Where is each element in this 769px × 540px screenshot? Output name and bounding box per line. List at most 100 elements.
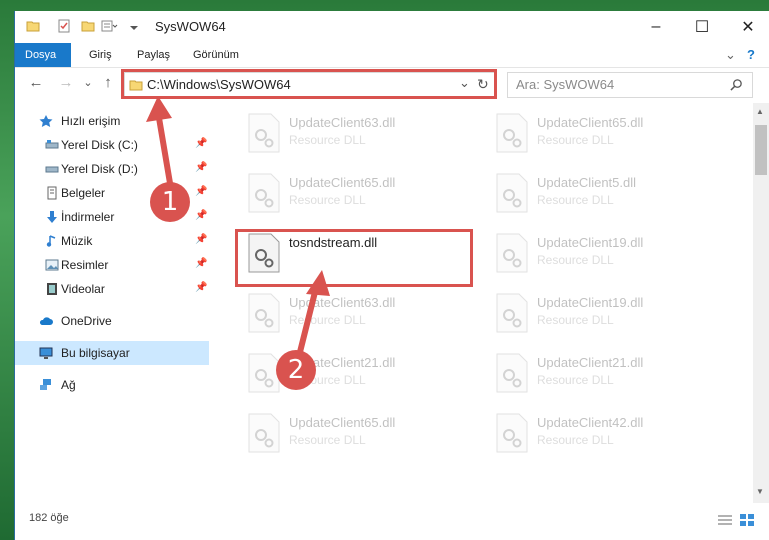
sidebar-item-local-disk-c[interactable]: Yerel Disk (C:) 📌	[15, 133, 209, 157]
file-name: UpdateClient63.dll	[289, 115, 396, 130]
sidebar-item-music[interactable]: Müzik 📌	[15, 229, 209, 253]
dll-file-icon	[496, 353, 528, 393]
quick-access-dropdown-icon[interactable]	[129, 19, 139, 33]
tab-home[interactable]: Giriş	[79, 43, 122, 67]
sidebar-item-pictures[interactable]: Resimler 📌	[15, 253, 209, 277]
cloud-icon	[39, 317, 53, 325]
navigation-pane: Hızlı erişim Yerel Disk (C:) 📌 Yerel Dis…	[15, 107, 210, 487]
dll-file-icon	[496, 293, 528, 333]
help-icon[interactable]: ?	[737, 43, 765, 67]
sidebar-item-this-pc[interactable]: Bu bilgisayar	[15, 341, 209, 365]
file-item[interactable]: UpdateClient42.dll Resource DLL	[485, 407, 715, 459]
file-name: UpdateClient65.dll	[289, 175, 396, 190]
sidebar-item-label: OneDrive	[61, 314, 112, 328]
scroll-up-icon[interactable]: ▲	[756, 107, 764, 116]
search-input[interactable]: Ara: SysWOW64	[516, 77, 614, 92]
file-item[interactable]: UpdateClient21.dll Resource DLL	[237, 347, 467, 399]
close-button[interactable]: ✕	[725, 11, 769, 43]
file-type: Resource DLL	[537, 253, 614, 267]
music-icon	[46, 235, 56, 247]
explorer-window: SysWOW64 – ☐ ✕ Dosya Giriş Paylaş Görünü…	[14, 11, 769, 540]
pin-icon: 📌	[195, 162, 208, 173]
file-type: Resource DLL	[289, 313, 366, 327]
status-bar: 182 öğe	[15, 507, 769, 540]
tab-share[interactable]: Paylaş	[127, 43, 180, 67]
file-name: UpdateClient63.dll	[289, 295, 396, 310]
back-button[interactable]: ←	[27, 74, 45, 92]
ribbon-tabs: Dosya Giriş Paylaş Görünüm ⌄ ?	[15, 43, 769, 68]
sidebar-item-local-disk-d[interactable]: Yerel Disk (D:) 📌	[15, 157, 209, 181]
pin-icon: 📌	[195, 258, 208, 269]
file-item[interactable]: UpdateClient5.dll Resource DLL	[485, 167, 715, 219]
file-name: UpdateClient65.dll	[289, 415, 396, 430]
pin-icon: 📌	[195, 234, 208, 245]
file-type: Resource DLL	[289, 133, 366, 147]
minimize-button[interactable]: –	[633, 11, 679, 43]
picture-icon	[45, 259, 59, 271]
large-icons-view-icon[interactable]	[739, 513, 755, 527]
file-list: UpdateClient63.dll Resource DLL UpdateCl…	[223, 103, 753, 495]
maximize-button[interactable]: ☐	[679, 11, 725, 43]
file-item[interactable]: UpdateClient63.dll Resource DLL	[237, 107, 467, 159]
file-item[interactable]: UpdateClient19.dll Resource DLL	[485, 227, 715, 279]
computer-icon	[39, 347, 53, 359]
sidebar-item-label: Yerel Disk (C:)	[61, 138, 138, 152]
window-title: SysWOW64	[155, 19, 226, 34]
file-item[interactable]: UpdateClient65.dll Resource DLL	[237, 407, 467, 459]
file-item[interactable]: UpdateClient65.dll Resource DLL	[237, 167, 467, 219]
customize-toolbar-icon[interactable]	[101, 19, 119, 33]
forward-button[interactable]: →	[57, 74, 75, 92]
sidebar-item-videos[interactable]: Videolar 📌	[15, 277, 209, 301]
file-item[interactable]: UpdateClient65.dll Resource DLL	[485, 107, 715, 159]
file-type: Resource DLL	[289, 433, 366, 447]
sidebar-item-label: Ağ	[61, 378, 76, 392]
title-bar: SysWOW64 – ☐ ✕	[15, 11, 769, 43]
sidebar-item-label: Müzik	[61, 234, 93, 248]
sidebar-item-label: Belgeler	[61, 186, 106, 200]
file-highlight-box	[235, 229, 473, 287]
dll-file-icon	[496, 173, 528, 213]
star-icon	[39, 115, 53, 127]
file-item[interactable]: UpdateClient63.dll Resource DLL	[237, 287, 467, 339]
up-button[interactable]: ↑	[99, 74, 117, 92]
callout-badge-2: 2	[276, 350, 316, 390]
drive-icon	[45, 166, 59, 173]
sidebar-item-quick-access[interactable]: Hızlı erişim	[15, 109, 209, 133]
file-type: Resource DLL	[289, 193, 366, 207]
search-icon[interactable]	[730, 78, 743, 91]
sidebar-item-label: Resimler	[61, 258, 109, 272]
item-count: 182 öğe	[29, 512, 69, 524]
sidebar-item-onedrive[interactable]: OneDrive	[15, 309, 209, 333]
dll-file-icon	[496, 113, 528, 153]
file-type: Resource DLL	[537, 193, 614, 207]
tab-file[interactable]: Dosya	[15, 43, 71, 67]
tab-view[interactable]: Görünüm	[183, 43, 249, 67]
recent-locations-button[interactable]: ⌄	[79, 74, 97, 92]
file-name: UpdateClient19.dll	[537, 235, 644, 250]
vertical-scrollbar[interactable]: ▲ ▼	[753, 103, 769, 503]
sidebar-item-label: Yerel Disk (D:)	[61, 162, 138, 176]
sidebar-item-label: Bu bilgisayar	[61, 346, 130, 360]
document-icon	[47, 186, 57, 200]
pin-icon: 📌	[195, 138, 208, 149]
properties-icon[interactable]	[57, 19, 71, 33]
dll-file-icon	[248, 293, 280, 333]
pin-icon: 📌	[195, 210, 208, 221]
dll-file-icon	[248, 413, 280, 453]
file-name: UpdateClient42.dll	[537, 415, 644, 430]
sidebar-item-label: İndirmeler	[61, 210, 115, 224]
file-type: Resource DLL	[537, 313, 614, 327]
scrollbar-thumb[interactable]	[755, 125, 767, 175]
pin-icon: 📌	[195, 186, 208, 197]
file-item[interactable]: UpdateClient21.dll Resource DLL	[485, 347, 715, 399]
details-view-icon[interactable]	[717, 513, 733, 527]
sidebar-item-label: Hızlı erişim	[61, 114, 121, 128]
scroll-down-icon[interactable]: ▼	[756, 487, 764, 496]
sidebar-item-network[interactable]: Ağ	[15, 373, 209, 397]
file-type: Resource DLL	[537, 373, 614, 387]
dll-file-icon	[248, 173, 280, 213]
new-folder-icon[interactable]	[81, 19, 95, 33]
video-icon	[47, 283, 57, 295]
search-box[interactable]: Ara: SysWOW64	[507, 72, 753, 98]
file-item[interactable]: UpdateClient19.dll Resource DLL	[485, 287, 715, 339]
